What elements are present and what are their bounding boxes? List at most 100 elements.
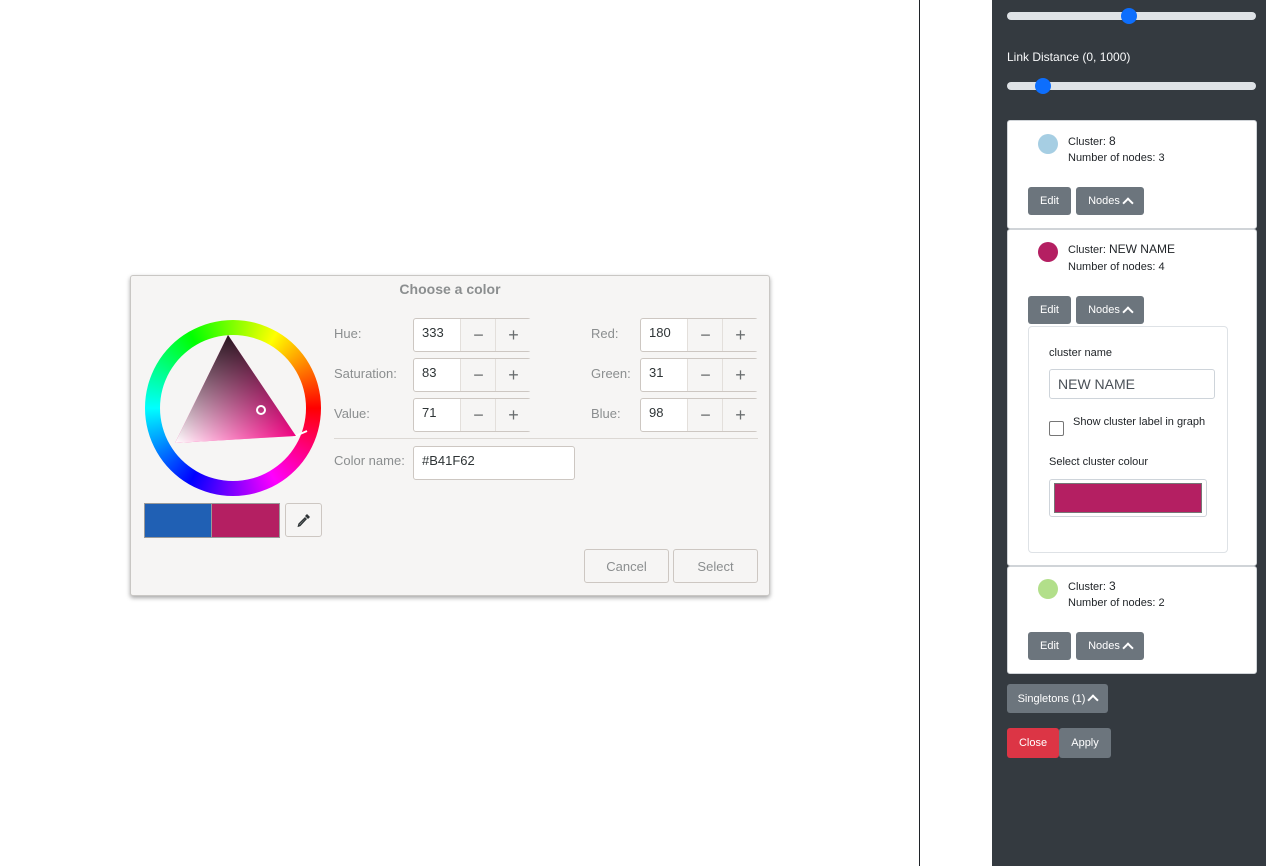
cancel-button[interactable]: Cancel xyxy=(584,549,669,583)
value-spinbutton[interactable]: 71 − + xyxy=(413,398,531,432)
saturation-label: Saturation: xyxy=(334,366,397,381)
close-button-label: Close xyxy=(1018,737,1048,749)
red-value[interactable]: 180 xyxy=(649,319,671,349)
top-slider[interactable] xyxy=(1007,8,1256,24)
nodes-count-label: Number of nodes: xyxy=(1068,597,1156,609)
saturation-value[interactable]: 83 xyxy=(422,359,436,389)
blue-decrement-button[interactable]: − xyxy=(687,399,723,431)
link-distance-slider-thumb[interactable] xyxy=(1034,78,1051,94)
edit-button-label: Edit xyxy=(1040,304,1059,316)
cluster-name-line: Cluster: NEW NAME xyxy=(1068,242,1175,256)
hue-decrement-button[interactable]: − xyxy=(460,319,496,351)
close-button[interactable]: Close xyxy=(1007,728,1059,758)
red-increment-button[interactable]: + xyxy=(722,319,758,351)
cluster-color-dot xyxy=(1038,242,1058,262)
value-increment-button[interactable]: + xyxy=(495,399,531,431)
edit-button-label: Edit xyxy=(1040,640,1059,652)
nodes-button[interactable]: Nodes xyxy=(1076,187,1144,215)
colour-swatch[interactable] xyxy=(1054,483,1202,513)
color-chooser-dialog: Choose a color Hue: 333 − + Saturation: … xyxy=(130,275,770,596)
edit-button[interactable]: Edit xyxy=(1028,632,1071,660)
nodes-count-label: Number of nodes: xyxy=(1068,152,1156,164)
nodes-count: 2 xyxy=(1158,597,1165,609)
apply-button-label: Apply xyxy=(1071,737,1099,749)
cluster-nodes-line: Number of nodes: 4 xyxy=(1068,261,1165,273)
nodes-button[interactable]: Nodes xyxy=(1076,632,1144,660)
show-label-checkbox[interactable] xyxy=(1049,421,1064,436)
red-spinbutton[interactable]: 180 − + xyxy=(640,318,758,352)
link-distance-label: Link Distance (0, 1000) xyxy=(1007,50,1131,64)
gap-area xyxy=(920,0,992,866)
nodes-count: 4 xyxy=(1158,261,1165,273)
saturation-value-triangle[interactable] xyxy=(175,335,296,443)
previous-color-swatch xyxy=(144,503,212,538)
nodes-count: 3 xyxy=(1158,152,1165,164)
nodes-button[interactable]: Nodes xyxy=(1076,296,1144,324)
nodes-button-label: Nodes xyxy=(1088,640,1120,652)
cluster-card: Cluster: 8 Number of nodes: 3 Edit Nodes xyxy=(1007,120,1257,229)
cluster-name: 8 xyxy=(1108,134,1116,148)
blue-spinbutton[interactable]: 98 − + xyxy=(640,398,758,432)
chevron-up-icon xyxy=(1087,694,1100,706)
nodes-count-label: Number of nodes: xyxy=(1068,261,1156,273)
cluster-label: Cluster: xyxy=(1068,244,1106,256)
hue-value[interactable]: 333 xyxy=(422,319,444,349)
nodes-button-label: Nodes xyxy=(1088,195,1120,207)
new-color-swatch xyxy=(211,503,280,538)
hue-spinbutton[interactable]: 333 − + xyxy=(413,318,531,352)
cluster-name-line: Cluster: 3 xyxy=(1068,579,1116,593)
cluster-label: Cluster: xyxy=(1068,136,1106,148)
saturation-increment-button[interactable]: + xyxy=(495,359,531,391)
saturation-decrement-button[interactable]: − xyxy=(460,359,496,391)
cluster-label: Cluster: xyxy=(1068,581,1106,593)
green-label: Green: xyxy=(591,366,631,381)
cluster-name-label: cluster name xyxy=(1049,347,1112,359)
red-decrement-button[interactable]: − xyxy=(687,319,723,351)
saturation-spinbutton[interactable]: 83 − + xyxy=(413,358,531,392)
eyedropper-button[interactable] xyxy=(285,503,322,537)
blue-label: Blue: xyxy=(591,406,621,421)
chevron-up-icon xyxy=(1122,196,1134,209)
hue-increment-button[interactable]: + xyxy=(495,319,531,351)
cluster-name-line: Cluster: 8 xyxy=(1068,134,1116,148)
select-colour-label: Select cluster colour xyxy=(1049,456,1149,468)
singletons-button-label: Singletons (1) xyxy=(1017,692,1086,705)
apply-button[interactable]: Apply xyxy=(1059,728,1111,758)
value-label: Value: xyxy=(334,406,370,421)
cluster-nodes-line: Number of nodes: 3 xyxy=(1068,152,1165,164)
red-label: Red: xyxy=(591,326,619,341)
nodes-button-label: Nodes xyxy=(1088,304,1120,316)
hue-label: Hue: xyxy=(334,326,362,341)
value-value[interactable]: 71 xyxy=(422,399,436,429)
green-increment-button[interactable]: + xyxy=(722,359,758,391)
green-decrement-button[interactable]: − xyxy=(687,359,723,391)
colour-picker-input[interactable] xyxy=(1049,479,1207,517)
green-spinbutton[interactable]: 31 − + xyxy=(640,358,758,392)
blue-value[interactable]: 98 xyxy=(649,399,663,429)
eyedropper-icon xyxy=(297,514,310,528)
color-name-input[interactable]: #B41F62 xyxy=(413,446,575,480)
value-decrement-button[interactable]: − xyxy=(460,399,496,431)
cluster-edit-panel: cluster name NEW NAME Show cluster label… xyxy=(1028,326,1228,553)
show-label-text: Show cluster label in graph xyxy=(1073,416,1206,428)
green-value[interactable]: 31 xyxy=(649,359,663,389)
edit-button[interactable]: Edit xyxy=(1028,187,1071,215)
hsv-color-wheel[interactable] xyxy=(143,318,323,498)
cluster-name: NEW NAME xyxy=(1108,242,1175,256)
singletons-button[interactable]: Singletons (1) xyxy=(1007,684,1108,713)
cluster-color-dot xyxy=(1038,579,1058,599)
chevron-up-icon xyxy=(1122,641,1134,654)
color-name-label: Color name: xyxy=(334,453,405,468)
cluster-color-dot xyxy=(1038,134,1058,154)
edit-button-label: Edit xyxy=(1040,195,1059,207)
cluster-card: Cluster: 3 Number of nodes: 2 Edit Nodes xyxy=(1007,566,1257,674)
select-button[interactable]: Select xyxy=(673,549,758,583)
cluster-name-input[interactable]: NEW NAME xyxy=(1049,369,1215,399)
blue-increment-button[interactable]: + xyxy=(722,399,758,431)
cluster-name: 3 xyxy=(1108,579,1116,593)
cluster-nodes-line: Number of nodes: 2 xyxy=(1068,597,1165,609)
separator xyxy=(334,438,758,439)
chevron-up-icon xyxy=(1122,305,1134,318)
edit-button[interactable]: Edit xyxy=(1028,296,1071,324)
link-distance-slider[interactable] xyxy=(1007,78,1256,94)
